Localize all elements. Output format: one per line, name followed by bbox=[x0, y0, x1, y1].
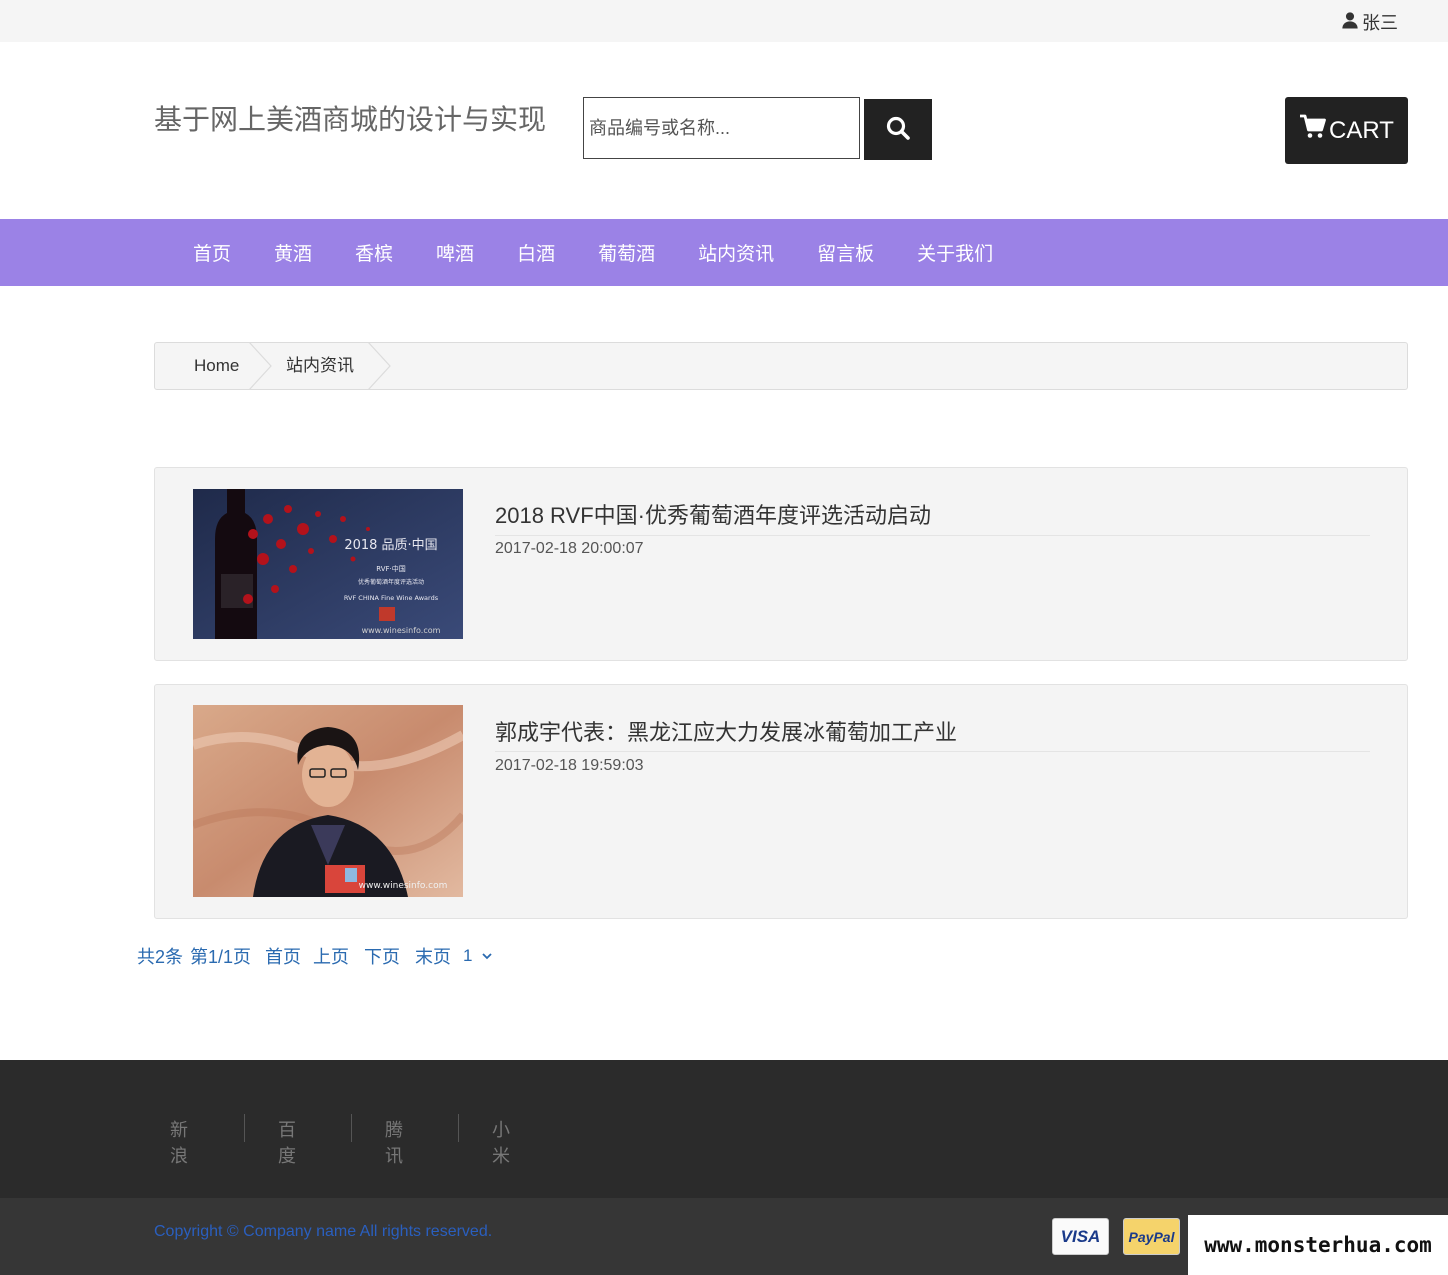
cart-icon bbox=[1299, 113, 1327, 148]
image-site: www.winesinfo.com bbox=[359, 881, 448, 891]
news-divider bbox=[495, 751, 1370, 752]
site-title[interactable]: 基于网上美酒商城的设计与实现 bbox=[154, 98, 546, 138]
image-line3: RVF CHINA Fine Wine Awards bbox=[344, 594, 439, 602]
search-button[interactable] bbox=[864, 99, 932, 160]
news-image[interactable]: 2018 品质·中国 RVF·中国 优秀葡萄酒年度评选活动 RVF CHINA … bbox=[193, 489, 463, 639]
footer-divider bbox=[244, 1114, 245, 1142]
main-nav: 首页 黄酒 香槟 啤酒 白酒 葡萄酒 站内资讯 留言板 关于我们 bbox=[0, 219, 1448, 286]
news-title[interactable]: 2018 RVF中国·优秀葡萄酒年度评选活动启动 bbox=[495, 498, 931, 530]
breadcrumb-home[interactable]: Home bbox=[194, 343, 239, 389]
breadcrumb: Home 站内资讯 bbox=[154, 342, 1408, 390]
nav-item-news[interactable]: 站内资讯 bbox=[698, 239, 774, 266]
top-bar: 张三 bbox=[0, 0, 1448, 42]
nav-item-home[interactable]: 首页 bbox=[193, 239, 231, 266]
pager-prev[interactable]: 上页 bbox=[313, 943, 349, 969]
nav-item-champagne[interactable]: 香槟 bbox=[355, 239, 393, 266]
nav-item-guestbook[interactable]: 留言板 bbox=[817, 239, 874, 266]
paypal-icon: PayPal bbox=[1123, 1218, 1180, 1255]
breadcrumb-current: 站内资讯 bbox=[286, 356, 354, 375]
footer-link-baidu[interactable]: 百度 bbox=[278, 1116, 296, 1168]
pager-select[interactable]: 1 bbox=[463, 946, 492, 966]
site-header: 基于网上美酒商城的设计与实现 CART bbox=[0, 42, 1448, 219]
image-headline: 2018 品质·中国 bbox=[344, 538, 437, 553]
breadcrumb-separator-icon bbox=[368, 343, 391, 389]
pagination: 共2条 第1/1页 首页 上页 下页 末页 1 bbox=[137, 943, 499, 969]
watermark: www.monsterhua.com bbox=[1188, 1215, 1448, 1275]
search-icon bbox=[885, 115, 911, 144]
search-input[interactable] bbox=[583, 97, 860, 159]
nav-item-about[interactable]: 关于我们 bbox=[917, 239, 993, 266]
username: 张三 bbox=[1362, 13, 1398, 33]
nav-item-huangjiu[interactable]: 黄酒 bbox=[274, 239, 312, 266]
footer-divider bbox=[458, 1114, 459, 1142]
nav-item-baijiu[interactable]: 白酒 bbox=[517, 239, 555, 266]
image-line1: RVF·中国 bbox=[376, 564, 406, 573]
image-line2: 优秀葡萄酒年度评选活动 bbox=[358, 578, 424, 586]
news-image[interactable]: www.winesinfo.com bbox=[193, 705, 463, 897]
pager-first[interactable]: 首页 bbox=[265, 943, 301, 969]
footer-link-xiaomi[interactable]: 小米 bbox=[492, 1116, 510, 1168]
footer: 新浪 百度 腾讯 小米 bbox=[0, 1060, 1448, 1198]
cart-label: CART bbox=[1329, 116, 1394, 144]
chevron-down-icon bbox=[481, 953, 492, 960]
cart-button[interactable]: CART bbox=[1285, 97, 1408, 164]
pager-summary: 共2条 bbox=[137, 947, 184, 967]
nav-item-wine[interactable]: 葡萄酒 bbox=[598, 239, 655, 266]
image-site: www.winesinfo.com bbox=[362, 626, 441, 635]
copyright: Copyright © Company name All rights rese… bbox=[154, 1223, 493, 1240]
pager-select-value: 1 bbox=[463, 946, 473, 965]
news-date: 2017-02-18 20:00:07 bbox=[495, 540, 644, 557]
pager-last[interactable]: 末页 bbox=[415, 943, 451, 969]
nav-item-beer[interactable]: 啤酒 bbox=[436, 239, 474, 266]
footer-divider bbox=[351, 1114, 352, 1142]
news-title[interactable]: 郭成宇代表：黑龙江应大力发展冰葡萄加工产业 bbox=[495, 715, 957, 747]
pager-next[interactable]: 下页 bbox=[364, 943, 400, 969]
breadcrumb-separator-icon bbox=[249, 343, 272, 389]
news-divider bbox=[495, 535, 1370, 536]
user-menu[interactable]: 张三 bbox=[1341, 9, 1398, 35]
footer-link-tencent[interactable]: 腾讯 bbox=[385, 1116, 403, 1168]
pager-page-info: 第1/1页 bbox=[190, 947, 252, 967]
news-item[interactable]: www.winesinfo.com 郭成宇代表：黑龙江应大力发展冰葡萄加工产业 … bbox=[154, 684, 1408, 919]
visa-icon: VISA bbox=[1052, 1218, 1109, 1255]
news-date: 2017-02-18 19:59:03 bbox=[495, 757, 644, 774]
footer-link-sina[interactable]: 新浪 bbox=[170, 1116, 188, 1168]
news-item[interactable]: 2018 品质·中国 RVF·中国 优秀葡萄酒年度评选活动 RVF CHINA … bbox=[154, 467, 1408, 661]
user-icon bbox=[1341, 11, 1359, 34]
